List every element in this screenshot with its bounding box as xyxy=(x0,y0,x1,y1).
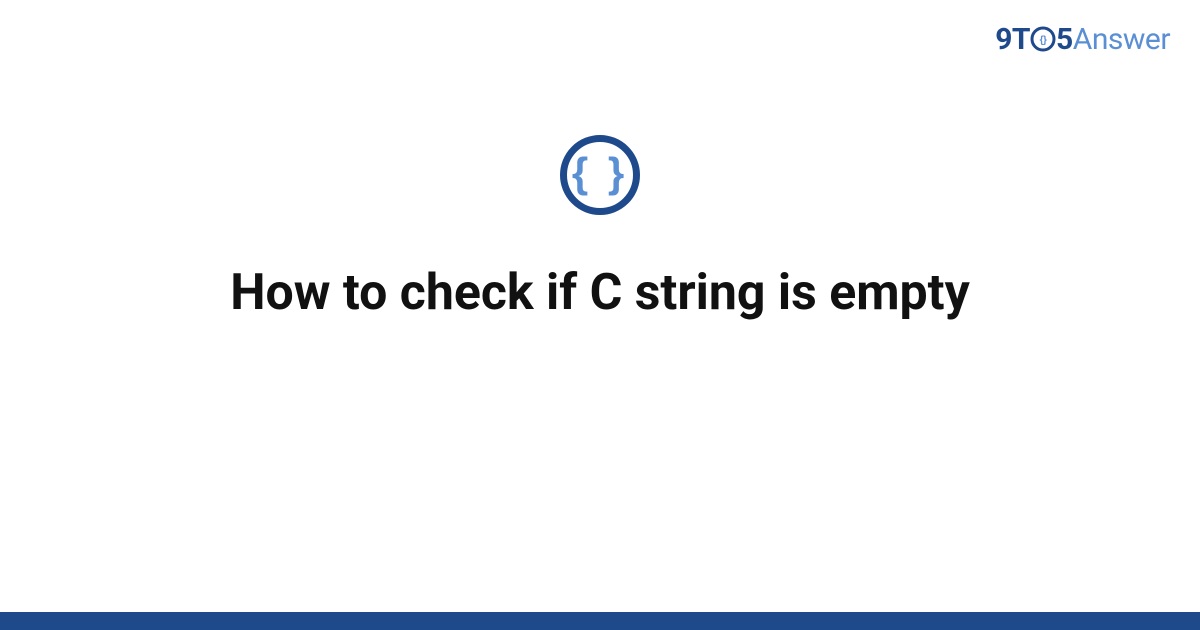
main-content: { } How to check if C string is empty xyxy=(0,135,1200,323)
logo-text-answer: Answer xyxy=(1073,22,1170,57)
logo-text-5: 5 xyxy=(1056,22,1073,57)
braces-symbol: { } xyxy=(572,152,628,194)
svg-text:{}: {} xyxy=(1040,35,1047,46)
logo-o-icon: {} xyxy=(1030,26,1056,52)
code-braces-icon: { } xyxy=(560,135,640,215)
logo-text-9t: 9T xyxy=(995,22,1030,57)
footer-bar xyxy=(0,612,1200,630)
page-title: How to check if C string is empty xyxy=(190,263,1010,323)
brand-logo: 9T {} 5Answer xyxy=(995,22,1170,57)
